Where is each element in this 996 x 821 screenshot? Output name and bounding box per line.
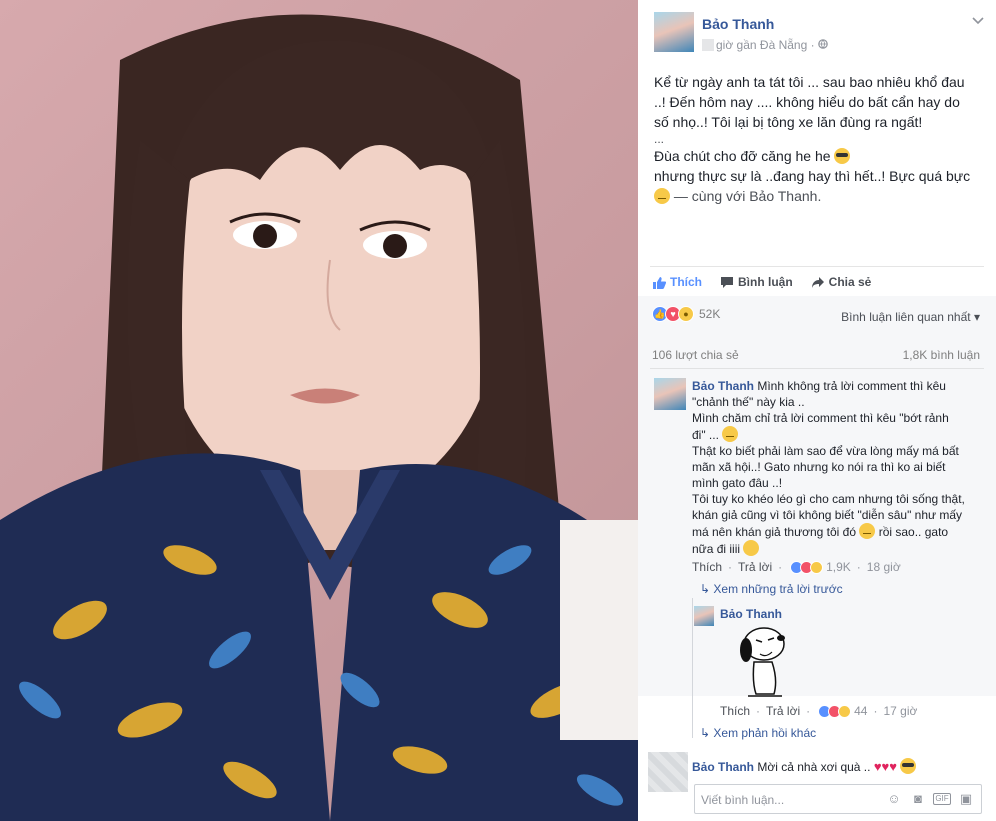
reply-reactions[interactable] <box>818 704 852 718</box>
comment-reply-link[interactable]: Trả lời <box>738 560 772 574</box>
redacted-time <box>702 39 714 51</box>
sort-dropdown[interactable]: Bình luận liên quan nhất ▾ <box>841 310 980 324</box>
post-meta: giờ gần Đà Nẵng · <box>702 38 828 52</box>
sunglasses-emoji-icon <box>900 758 917 774</box>
hearts-emoji-icon: ♥♥♥ <box>873 759 897 774</box>
comment-input[interactable] <box>701 791 881 809</box>
post-photo[interactable] <box>0 0 638 821</box>
comment-line: Tôi tuy ko khéo léo gì cho cam nhưng tôi… <box>692 492 965 506</box>
commenter-name[interactable]: Bảo Thanh <box>692 760 754 774</box>
haha-reaction-icon <box>838 704 852 718</box>
commenter-avatar[interactable] <box>654 378 686 410</box>
comment-count[interactable]: 1,8K bình luận <box>903 348 980 362</box>
caret-down-icon: ▾ <box>973 310 980 324</box>
view-previous-replies[interactable]: ↳ Xem những trả lời trước <box>700 582 843 596</box>
post-line: Đùa chút cho đỡ căng he he <box>654 146 986 166</box>
comment-icon <box>721 276 733 288</box>
author-name[interactable]: Bảo Thanh <box>702 16 774 32</box>
snoopy-sticker[interactable] <box>734 622 794 702</box>
comment: Bảo Thanh Mời cả nhà xơi quà .. ♥♥♥ <box>692 758 917 774</box>
reply-meta: Thích · Trả lời · 44 · 17 giờ <box>720 704 918 718</box>
camera-icon[interactable]: ◙ <box>909 791 927 807</box>
thumbs-up-icon <box>653 276 666 289</box>
post-line: Kể từ ngày anh ta tát tôi ... sau bao nh… <box>654 74 965 90</box>
chevron-down-icon[interactable] <box>972 14 984 28</box>
unamused-emoji-icon <box>722 426 739 442</box>
comment-line: khán giả cũng vì tôi không biết "diễn sâ… <box>692 508 963 522</box>
comment-button[interactable]: Bình luận <box>720 272 793 292</box>
haha-reaction-icon <box>810 560 824 574</box>
selfie-illustration <box>0 14 638 821</box>
share-count[interactable]: 106 lượt chia sẻ <box>652 348 739 362</box>
smirk-emoji-icon <box>859 523 876 539</box>
divider <box>650 368 984 369</box>
current-user-avatar <box>648 752 688 792</box>
sticker-icon[interactable]: ▣ <box>957 791 975 807</box>
share-icon <box>811 276 824 288</box>
action-bar: Thích Bình luận Chia sẻ <box>652 272 871 292</box>
comment: Bảo Thanh Mình không trả lời comment thì… <box>692 378 982 557</box>
share-label: Chia sẻ <box>828 275 872 289</box>
gif-icon[interactable]: GIF <box>933 793 951 805</box>
reply-thread-line <box>692 598 693 738</box>
comment-line: đi" ... <box>692 426 982 443</box>
emoji-icon[interactable]: ☺ <box>885 791 903 807</box>
post-panel: Bảo Thanh giờ gần Đà Nẵng · Kể từ ngày a… <box>638 0 996 821</box>
post-text: Kể từ ngày anh ta tát tôi ... sau bao nh… <box>654 72 986 206</box>
comment-composer[interactable]: ☺ ◙ GIF ▣ <box>694 784 982 814</box>
reply-reply-link[interactable]: Trả lời <box>766 704 800 718</box>
reply-arrow-icon: ↳ <box>700 726 711 740</box>
globe-icon <box>818 38 828 52</box>
comment-reactions[interactable] <box>790 560 824 574</box>
divider <box>650 266 984 267</box>
post-ellipsis: ... <box>654 132 665 146</box>
commenter-name[interactable]: Bảo Thanh <box>692 379 754 393</box>
comment-line: má nên khán giả thương tôi đó rồi sao.. … <box>692 523 949 539</box>
comment-text: Mời cả nhà xơi quà .. <box>757 760 871 774</box>
reply: Bảo Thanh <box>720 606 782 622</box>
reply-arrow-icon: ↳ <box>700 582 711 596</box>
with-tag[interactable]: — cùng với Bảo Thanh. <box>674 188 821 204</box>
comment-line: Thật ko biết phải làm sao để vừa lòng mấ… <box>692 444 959 458</box>
like-label: Thích <box>670 275 702 289</box>
view-more-replies[interactable]: ↳ Xem phản hồi khác <box>700 726 816 740</box>
share-button[interactable]: Chia sẻ <box>811 272 872 292</box>
comment-text: Mình không trả lời comment thì kêu <box>757 379 946 393</box>
haha-reaction-icon: ● <box>678 306 694 322</box>
comments-section: 👍 ♥ ● 52K Bình luận liên quan nhất ▾ 106… <box>638 296 996 774</box>
reply-avatar[interactable] <box>694 606 714 626</box>
comment-line: "chảnh thế" này kia .. <box>692 395 805 409</box>
sunglasses-emoji-icon <box>834 148 851 164</box>
like-button[interactable]: Thích <box>652 272 702 292</box>
smile-emoji-icon <box>743 540 760 556</box>
comment-like-link[interactable]: Thích <box>692 560 722 574</box>
post-header: Bảo Thanh giờ gần Đà Nẵng · <box>654 12 984 56</box>
comment-reaction-count: 1,9K <box>826 560 851 574</box>
reply-reaction-count: 44 <box>854 704 868 718</box>
post-line: số nhọ..! Tôi lại bị tông xe lăn đùng ra… <box>654 114 923 130</box>
comment-meta: Thích · Trả lời · 1,9K · 18 giờ <box>692 560 901 574</box>
comment-line: Mình chăm chỉ trả lời comment thì kêu "b… <box>692 411 949 425</box>
comment-line: nữa đi iiii <box>692 540 982 557</box>
reaction-count: 52K <box>699 307 721 321</box>
author-avatar[interactable] <box>654 12 694 52</box>
reply-time[interactable]: 17 giờ <box>883 704 917 718</box>
post-line: nhưng thực sự là ..đang hay thì hết..! B… <box>654 168 971 184</box>
unamused-emoji-icon <box>654 188 670 204</box>
comment-line: mình gato đâu ..! <box>692 476 783 490</box>
time-location[interactable]: giờ gần Đà Nẵng · <box>716 38 815 52</box>
comment-line: mãn xã hội..! Gato nhưng ko nói ra thì k… <box>692 460 946 474</box>
post-line: ..! Đến hôm nay .... không hiểu do bất c… <box>654 94 960 110</box>
comment-label: Bình luận <box>738 275 793 289</box>
reply-like-link[interactable]: Thích <box>720 704 750 718</box>
comment-time[interactable]: 18 giờ <box>867 560 901 574</box>
reaction-summary[interactable]: 👍 ♥ ● 52K <box>652 306 720 322</box>
composer-icons: ☺ ◙ GIF ▣ <box>885 791 975 807</box>
post-line: — cùng với Bảo Thanh. <box>654 186 986 206</box>
replier-name[interactable]: Bảo Thanh <box>720 607 782 621</box>
